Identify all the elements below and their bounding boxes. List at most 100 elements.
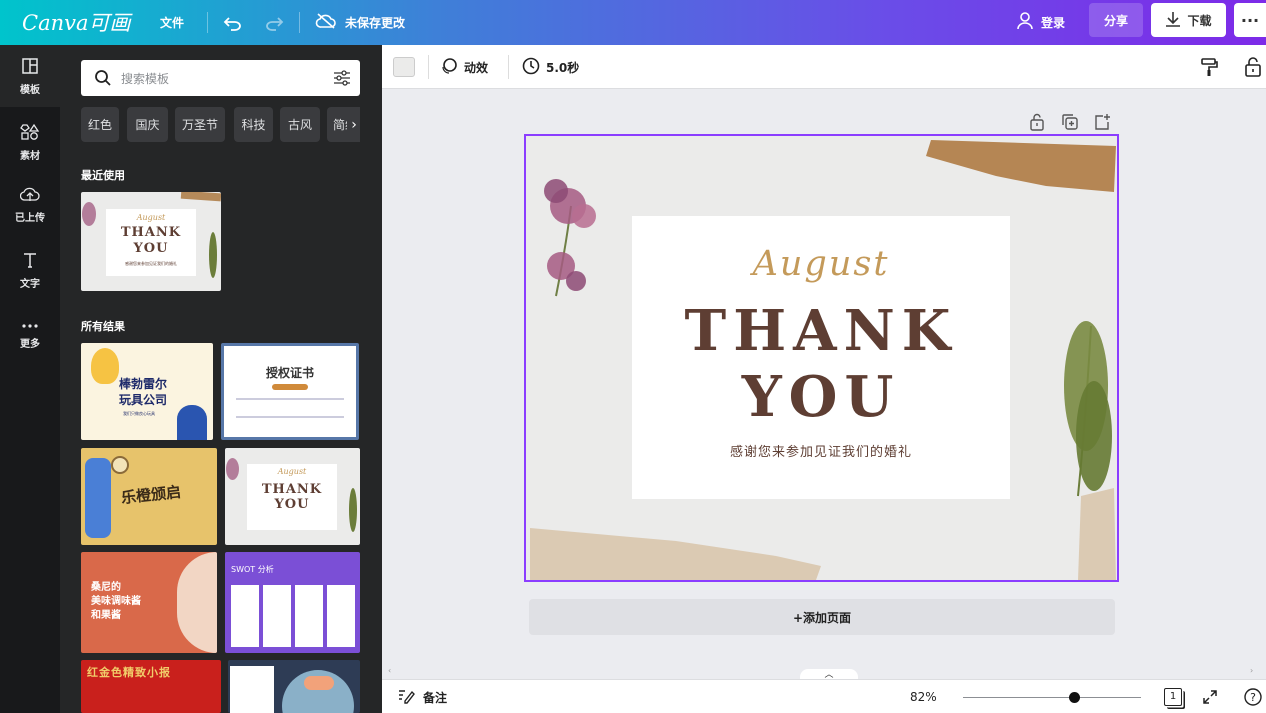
fullscreen-icon[interactable] (1202, 680, 1218, 713)
rail-item-text[interactable]: 文字 (0, 239, 60, 301)
divider (299, 12, 300, 33)
rail-item-templates[interactable]: 模板 (0, 45, 60, 107)
file-menu[interactable]: 文件 (160, 0, 184, 45)
thumb-line1: THANK (120, 225, 182, 240)
template-thumb-certificate[interactable]: 授权证书 (221, 343, 359, 440)
add-page-button[interactable]: +添加页面 (529, 599, 1115, 635)
search-placeholder: 搜索模板 (121, 72, 170, 86)
thumb-line2: 玩具公司 (119, 393, 168, 407)
shape-decor (230, 666, 274, 713)
swot-col (327, 585, 355, 647)
rail-item-uploads[interactable]: 已上传 (0, 174, 60, 236)
download-icon (1165, 11, 1181, 30)
template-thumb-jam[interactable]: 桑尼的 美味调味酱 和果酱 (81, 552, 217, 653)
download-button[interactable]: 下载 (1151, 3, 1226, 37)
thumb-card: August THANK YOU (247, 464, 337, 530)
zoom-value[interactable]: 82% (910, 680, 937, 713)
thumb-line1: 桑尼的 (91, 582, 121, 593)
side-rail: 模板 素材 已上传 文字 更多 (0, 45, 60, 713)
text-icon (21, 251, 39, 272)
chip-tech[interactable]: 科技 (234, 107, 273, 142)
background-color-swatch[interactable] (393, 57, 415, 77)
svg-text:?: ? (1250, 691, 1256, 704)
shape-decor (177, 552, 217, 653)
template-thumb-thank-you[interactable]: August THANK YOU (225, 448, 360, 545)
swot-col (231, 585, 259, 647)
circle-decor (304, 676, 334, 690)
template-thumb-orange-poster[interactable]: 乐橙颁启 (81, 448, 217, 545)
title-line-1[interactable]: THANK (632, 298, 1010, 364)
rail-item-more[interactable]: 更多 (0, 304, 60, 366)
cloud-offline-icon (315, 13, 337, 32)
flower-decor (82, 202, 96, 226)
all-results-title: 所有结果 (81, 320, 125, 333)
shape-decor (177, 405, 207, 440)
chip-halloween[interactable]: 万圣节 (175, 107, 225, 142)
thumb-line1: 棒勃雷尔 (119, 377, 168, 391)
save-status[interactable]: 未保存更改 (315, 0, 405, 45)
page-count-button[interactable]: 1 (1164, 680, 1182, 713)
fern-decor (209, 232, 217, 278)
shape-decor (91, 348, 119, 384)
scroll-left-icon[interactable]: ‹ (388, 666, 391, 675)
canva-logo[interactable]: Canva可画 (22, 7, 131, 37)
script-heading[interactable]: August (632, 244, 1010, 284)
template-thumb-swot[interactable]: SWOT 分析 (225, 552, 360, 653)
login-button[interactable]: 登录 (1017, 0, 1065, 45)
paint-roller-icon[interactable] (1200, 45, 1218, 89)
subtitle[interactable]: 感谢您来参加见证我们的婚礼 (632, 441, 1010, 460)
duplicate-page-icon[interactable] (1061, 113, 1079, 131)
add-page-icon[interactable] (1093, 113, 1111, 131)
rail-label: 模板 (20, 84, 40, 96)
paper-tape-decor (530, 528, 821, 580)
undo-icon[interactable] (223, 0, 243, 45)
title-line-2[interactable]: YOU (632, 364, 1010, 430)
search-input[interactable]: 搜索模板 (81, 60, 360, 96)
rail-label: 文字 (20, 278, 40, 290)
chevron-right-icon[interactable]: › (347, 107, 360, 142)
duration-label: 5.0秒 (546, 60, 580, 75)
chip-red[interactable]: 红色 (81, 107, 119, 142)
design-page[interactable]: August THANK YOU 感谢您来参加见证我们的婚礼 (524, 134, 1119, 582)
notes-label: 备注 (423, 690, 448, 705)
chip-national-day[interactable]: 国庆 (127, 107, 168, 142)
help-icon[interactable]: ? (1244, 680, 1262, 713)
zoom-slider-track[interactable] (963, 697, 1141, 698)
divider (508, 55, 509, 79)
search-icon (94, 69, 112, 91)
save-status-label: 未保存更改 (345, 16, 406, 30)
flower-decor (544, 179, 596, 297)
lock-icon[interactable] (1244, 45, 1262, 89)
kraft-tape-decor (926, 140, 1116, 192)
animate-button[interactable]: 动效 (440, 45, 488, 89)
thumb-title: SWOT 分析 (231, 565, 274, 574)
clock-decor (111, 456, 129, 474)
context-toolbar: 动效 5.0秒 (382, 45, 1266, 89)
lock-page-icon[interactable] (1029, 113, 1047, 131)
template-thumb-newsletter[interactable]: 红金色精致小报 (81, 660, 221, 713)
notes-icon (397, 688, 415, 707)
thumb-sub: 感谢您来参加见证我们的婚礼 (125, 261, 177, 266)
figure-decor (85, 458, 111, 538)
redo-icon[interactable] (264, 0, 284, 45)
divider (428, 55, 429, 79)
rail-item-elements[interactable]: 素材 (0, 111, 60, 173)
more-options-button[interactable]: ··· (1234, 3, 1266, 37)
rail-label: 更多 (20, 338, 40, 350)
chip-ancient[interactable]: 古风 (280, 107, 320, 142)
scroll-right-icon[interactable]: › (1250, 666, 1253, 675)
divider (207, 12, 208, 33)
thumb-sub: 我们只做良心玩具 (123, 411, 155, 416)
duration-button[interactable]: 5.0秒 (522, 45, 579, 89)
share-button[interactable]: 分享 (1089, 3, 1143, 37)
template-icon (21, 57, 39, 78)
zoom-slider-handle[interactable] (1069, 692, 1081, 703)
template-thumb-toy-company[interactable]: 棒勃雷尔 玩具公司 我们只做良心玩具 (81, 343, 213, 440)
category-chips: 红色 国庆 万圣节 科技 古风 简约 › (81, 107, 360, 143)
template-thumb-diagram[interactable] (228, 660, 360, 713)
page-count: 1 (1164, 688, 1182, 706)
filter-icon[interactable] (333, 70, 351, 90)
recent-template-thumb[interactable]: August THANK YOU 感谢您来参加见证我们的婚礼 (81, 192, 221, 291)
notes-button[interactable]: 备注 (397, 680, 447, 713)
templates-panel: 搜索模板 红色 国庆 万圣节 科技 古风 简约 › 最近使用 August TH… (60, 45, 382, 713)
